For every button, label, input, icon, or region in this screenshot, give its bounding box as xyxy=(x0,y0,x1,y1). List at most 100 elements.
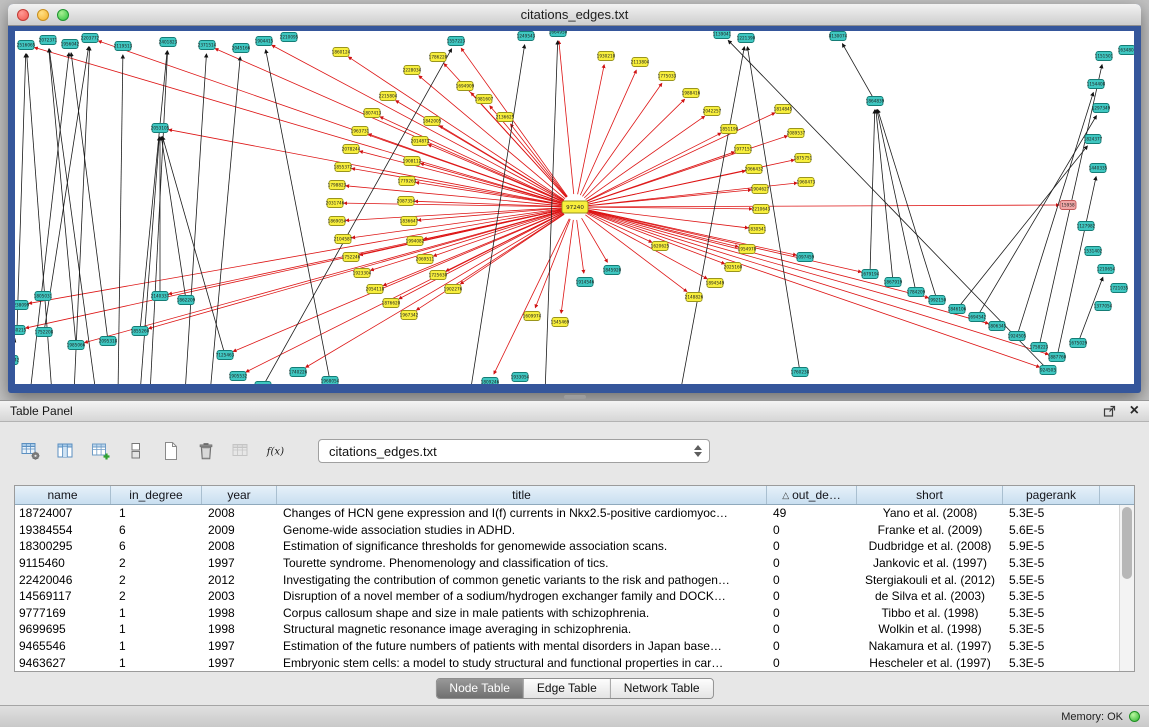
table-cell[interactable]: 19384554 xyxy=(15,523,111,537)
graph-edge[interactable] xyxy=(587,133,721,201)
graph-node[interactable]: 1954978 xyxy=(738,245,757,254)
graph-node[interactable]: 1845920 xyxy=(603,266,622,275)
table-cell[interactable]: 0 xyxy=(767,539,857,553)
table-vertical-scrollbar[interactable] xyxy=(1119,505,1134,671)
table-cell[interactable]: Genome-wide association studies in ADHD. xyxy=(277,523,767,537)
graph-node[interactable]: 1836647 xyxy=(400,217,419,226)
graph-edge[interactable] xyxy=(349,57,565,200)
graph-node[interactable]: 1694542 xyxy=(968,313,987,322)
graph-node[interactable]: 1154408 xyxy=(1087,80,1106,89)
delete-trash-icon[interactable] xyxy=(195,440,217,462)
column-header-name[interactable]: name xyxy=(15,486,111,504)
graph-edge[interactable] xyxy=(588,210,862,272)
table-cell[interactable]: 5.3E-5 xyxy=(1003,656,1100,670)
graph-node[interactable]: 1752208 xyxy=(35,328,54,337)
graph-hub-node[interactable]: 97240 xyxy=(562,201,588,213)
table-row[interactable]: 2242004622012Investigating the contribut… xyxy=(15,571,1119,588)
table-cell[interactable]: 1 xyxy=(111,606,202,620)
graph-node[interactable]: 1994082 xyxy=(406,237,425,246)
graph-node[interactable]: 1981607 xyxy=(475,95,494,104)
graph-node[interactable]: 1905532 xyxy=(229,372,248,381)
table-row[interactable]: 1456911722003Disruption of a novel membe… xyxy=(15,588,1119,605)
table-cell[interactable]: 2009 xyxy=(202,523,277,537)
graph-edge[interactable] xyxy=(419,76,565,199)
graph-node[interactable]: 1904627 xyxy=(751,185,770,194)
table-cell[interactable]: Investigating the contribution of common… xyxy=(277,573,767,587)
column-header-year[interactable]: year xyxy=(202,486,277,504)
table-cell[interactable]: 6 xyxy=(111,539,202,553)
graph-edge[interactable] xyxy=(161,137,185,296)
graph-edge[interactable] xyxy=(728,40,1045,367)
graph-node[interactable]: 2104587 xyxy=(334,235,353,244)
table-cell[interactable]: Embryonic stem cells: a model to study s… xyxy=(277,656,767,670)
table-cell[interactable]: 18300295 xyxy=(15,539,111,553)
graph-node[interactable]: 2148826 xyxy=(685,293,704,302)
graph-node[interactable]: 2089537 xyxy=(787,129,806,138)
graph-node[interactable]: 2210095 xyxy=(280,33,299,42)
graph-edge[interactable] xyxy=(588,190,751,206)
graph-edge[interactable] xyxy=(842,44,873,98)
table-cell[interactable]: Wolkin et al. (1998) xyxy=(857,622,1003,636)
graph-node[interactable]: 1814845 xyxy=(774,105,793,114)
graph-node[interactable]: 1855372 xyxy=(334,163,353,172)
column-header-in_degree[interactable]: in_degree xyxy=(111,486,202,504)
graph-edge[interactable] xyxy=(588,210,929,298)
graph-node[interactable]: 2045166 xyxy=(232,44,251,53)
graph-node[interactable]: 1846106 xyxy=(948,305,967,314)
graph-node[interactable]: 1887760 xyxy=(1048,353,1067,362)
graph-node[interactable]: 2087354 xyxy=(397,197,416,206)
graph-node[interactable]: 924505 xyxy=(1040,366,1056,375)
graph-node[interactable]: 2053105 xyxy=(151,124,170,133)
graph-edge[interactable] xyxy=(979,116,1096,314)
graph-edge[interactable] xyxy=(98,41,562,203)
table-cell[interactable]: 2012 xyxy=(202,573,277,587)
graph-node[interactable]: 1809246 xyxy=(481,378,500,385)
graph-edge[interactable] xyxy=(140,51,167,327)
graph-edge[interactable] xyxy=(876,110,893,278)
graph-node[interactable]: 1956042 xyxy=(61,40,80,49)
graph-edge[interactable] xyxy=(587,212,724,264)
graph-node[interactable]: 1977151 xyxy=(734,145,753,154)
graph-node[interactable]: 2113804 xyxy=(631,58,650,67)
table-cell[interactable]: 0 xyxy=(767,556,857,570)
graph-node[interactable]: 1210654 xyxy=(1097,265,1116,274)
table-cell[interactable]: Hescheler et al. (1997) xyxy=(857,656,1003,670)
table-cell[interactable]: 0 xyxy=(767,639,857,653)
table-cell[interactable]: 22420046 xyxy=(15,573,111,587)
table-cell[interactable]: 5.3E-5 xyxy=(1003,556,1100,570)
table-cell[interactable]: 1 xyxy=(111,639,202,653)
graph-node[interactable]: 1860124 xyxy=(332,48,351,57)
graph-node[interactable]: 1914546 xyxy=(576,278,595,287)
graph-node[interactable]: 2228034 xyxy=(403,66,422,75)
graph-edge[interactable] xyxy=(169,210,562,294)
graph-node[interactable]: 2042257 xyxy=(703,107,722,116)
graph-node[interactable]: 1740226 xyxy=(289,368,308,377)
graph-node[interactable]: 1694909 xyxy=(456,82,475,91)
table-cell[interactable]: 0 xyxy=(767,523,857,537)
graph-node[interactable]: 1807413 xyxy=(363,109,382,118)
graph-node[interactable]: 2031746 xyxy=(326,199,345,208)
graph-edge[interactable] xyxy=(587,211,1048,354)
graph-node[interactable]: 15958 xyxy=(1060,201,1076,210)
graph-edge[interactable] xyxy=(578,65,605,194)
graph-node[interactable]: 2072371 xyxy=(39,36,58,45)
graph-node[interactable]: 1798823 xyxy=(328,181,347,190)
table-cell[interactable]: 5.9E-5 xyxy=(1003,539,1100,553)
table-cell[interactable]: 5.5E-5 xyxy=(1003,573,1100,587)
table-cell[interactable]: 9115460 xyxy=(15,556,111,570)
graph-node[interactable]: 1752246 xyxy=(342,253,361,262)
graph-node[interactable]: 1988416 xyxy=(682,89,701,98)
table-cell[interactable]: 5.3E-5 xyxy=(1003,589,1100,603)
table-cell[interactable]: 5.6E-5 xyxy=(1003,523,1100,537)
graph-node[interactable]: 1867919 xyxy=(884,278,903,287)
graph-edge[interactable] xyxy=(71,53,107,337)
table-row[interactable]: 946362711997Embryonic stem cells: a mode… xyxy=(15,654,1119,671)
graph-node[interactable]: 1968054 xyxy=(321,377,340,385)
graph-edge[interactable] xyxy=(26,210,563,328)
table-cell[interactable]: 1 xyxy=(111,506,202,520)
graph-node[interactable]: 1249543 xyxy=(517,32,536,41)
graph-edge[interactable] xyxy=(959,146,1087,306)
table-cell[interactable]: Franke et al. (2009) xyxy=(857,523,1003,537)
table-cell[interactable]: 0 xyxy=(767,622,857,636)
graph-node[interactable]: 1862209 xyxy=(177,296,196,305)
